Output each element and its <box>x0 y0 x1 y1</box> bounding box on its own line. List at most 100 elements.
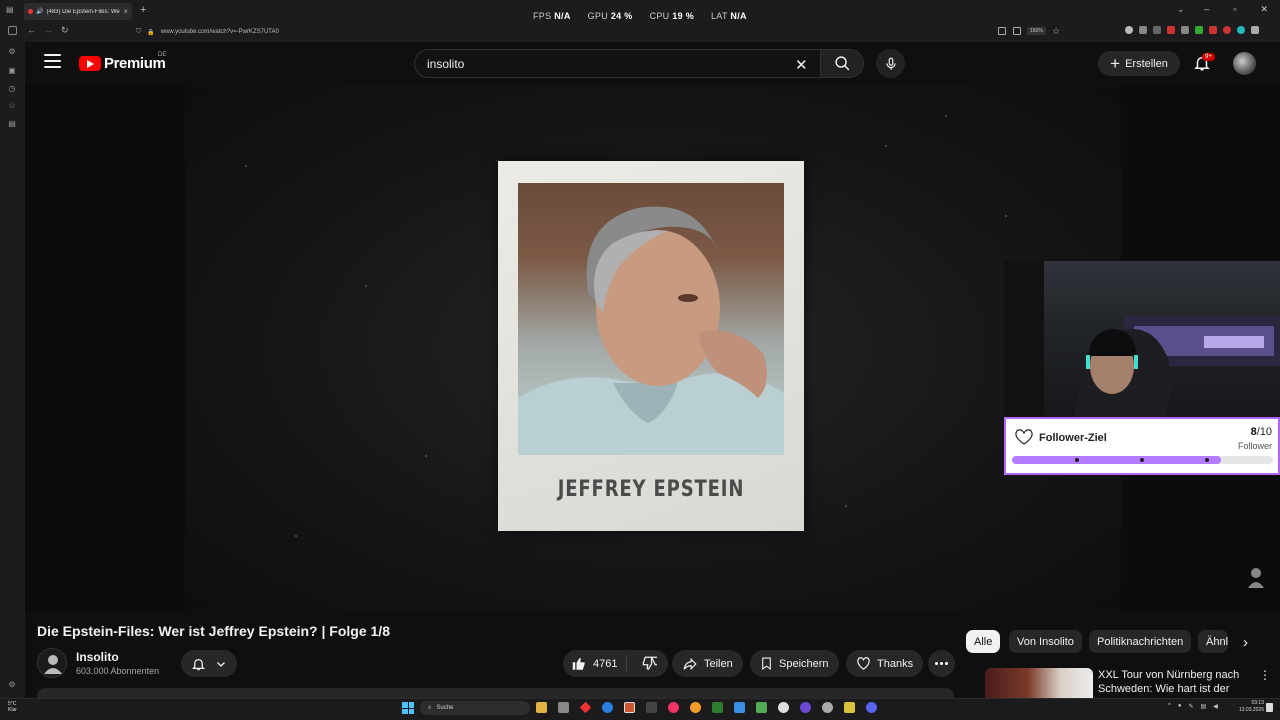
search-app-icon[interactable] <box>690 702 701 713</box>
lat-value: N/A <box>730 11 747 21</box>
extension-green-icon[interactable] <box>1195 26 1203 34</box>
guide-menu-icon[interactable] <box>44 54 61 68</box>
obs-icon[interactable] <box>800 702 811 713</box>
thanks-heart-dollar-icon <box>857 657 870 670</box>
favorites-icon[interactable]: ☆ <box>7 101 17 111</box>
tab-list-chevron-icon[interactable]: ⌄ <box>1177 4 1185 15</box>
thanks-button[interactable]: Thanks <box>846 650 924 677</box>
extension-adblock-icon[interactable] <box>1209 26 1217 34</box>
extension-teal-icon[interactable] <box>1237 26 1245 34</box>
share-button[interactable]: Teilen <box>672 650 743 677</box>
chip-political-news[interactable]: Politiknachrichten <box>1089 630 1192 653</box>
maximize-icon[interactable]: ▫ <box>1233 4 1236 15</box>
extension-puzzle-icon[interactable] <box>1153 26 1161 34</box>
gpu-label: GPU <box>587 11 609 21</box>
app-lightblue-icon[interactable] <box>734 702 745 713</box>
browser-menu-icon[interactable]: ▤ <box>6 5 14 14</box>
weather-widget[interactable]: 5°C Klar <box>8 701 17 713</box>
forward-icon[interactable]: → <box>44 25 53 35</box>
like-count: 4761 <box>593 657 618 670</box>
chip-all[interactable]: Alle <box>966 630 1001 653</box>
dislike-button[interactable] <box>633 656 658 671</box>
description-box[interactable] <box>37 688 954 698</box>
terminal-icon[interactable] <box>646 702 657 713</box>
search-button[interactable] <box>820 49 864 78</box>
menu-icon[interactable] <box>1251 26 1259 34</box>
url-field[interactable]: ⛉ 🔒 www.youtube.com/watch?v=-PwrKZS7UTA0 <box>136 25 1066 39</box>
search-input[interactable]: insolito <box>414 49 820 78</box>
browser-app-icon[interactable] <box>624 702 635 713</box>
portrait-photo <box>518 183 784 455</box>
settings-gear-icon[interactable]: ⚙ <box>7 47 17 57</box>
excel-icon[interactable] <box>712 702 723 713</box>
goal-marker <box>1075 458 1079 462</box>
bell-icon <box>192 658 206 670</box>
chip-from-channel[interactable]: Von Insolito <box>1009 630 1082 653</box>
start-windows-icon[interactable] <box>402 702 414 714</box>
close-window-icon[interactable]: ✕ <box>1260 4 1268 15</box>
extension-icons <box>1125 26 1259 34</box>
app-circle-icon[interactable] <box>822 702 833 713</box>
reader-view-icon[interactable] <box>1013 27 1021 35</box>
chevron-right-icon[interactable]: › <box>1243 634 1248 651</box>
save-button[interactable]: Speichern <box>750 650 839 677</box>
chrome-icon[interactable] <box>778 702 789 713</box>
fps-value: N/A <box>554 11 571 21</box>
network-icon[interactable]: ▤ <box>1200 703 1206 710</box>
extension-gray-icon[interactable] <box>1181 26 1189 34</box>
logo-word: Premium <box>104 55 166 72</box>
install-app-icon[interactable] <box>998 27 1006 35</box>
channel-name[interactable]: Insolito <box>76 650 119 664</box>
search-icon: ⌕ <box>428 704 432 711</box>
voice-search-button[interactable] <box>876 49 905 78</box>
extension-vpn-icon[interactable] <box>1125 26 1133 34</box>
file-explorer-icon[interactable] <box>536 702 547 713</box>
tray-chevron-icon[interactable]: ^ <box>1168 703 1171 710</box>
subscription-bell-button[interactable] <box>181 650 237 677</box>
pen-icon[interactable]: ✎ <box>1188 703 1193 710</box>
recommended-thumbnail[interactable] <box>985 668 1093 698</box>
cpu-value: 19 % <box>672 11 694 21</box>
account-avatar[interactable] <box>1233 52 1256 75</box>
app-red-diamond-icon[interactable] <box>579 701 592 714</box>
extension-record-icon[interactable] <box>1223 26 1231 34</box>
zoom-indicator[interactable]: 150% <box>1027 27 1046 35</box>
gpu-value: 24 % <box>610 11 633 21</box>
tab-close-icon[interactable]: × <box>123 7 128 16</box>
create-button[interactable]: + Erstellen <box>1098 51 1180 76</box>
microphone-tray-icon[interactable]: ● <box>1178 703 1182 710</box>
app-yellow-icon[interactable] <box>844 702 855 713</box>
bookmark-star-icon[interactable]: ☆ <box>1052 26 1060 37</box>
browser-tab[interactable]: 🔊 (483) Die Epstein-Files: Wer × <box>24 3 132 20</box>
app-blue-icon[interactable] <box>602 702 613 713</box>
notes-icon[interactable]: ▤ <box>7 119 17 129</box>
like-button[interactable]: 4761 <box>563 655 628 672</box>
app-gray-icon[interactable] <box>558 702 569 713</box>
chip-similar[interactable]: Ähnl <box>1198 630 1228 653</box>
taskbar-search[interactable]: ⌕ Suche <box>420 701 530 715</box>
app-green-icon[interactable] <box>756 702 767 713</box>
goal-progress-fill <box>1012 456 1221 464</box>
minimize-icon[interactable]: – <box>1204 4 1209 15</box>
clear-search-icon[interactable]: ✕ <box>795 56 808 74</box>
notification-center-icon[interactable] <box>1266 703 1273 712</box>
history-icon[interactable]: ◷ <box>7 84 17 94</box>
youtube-premium-logo[interactable]: Premium <box>79 55 166 72</box>
recommended-menu-icon[interactable]: ⋮ <box>1259 668 1271 682</box>
goal-target: /10 <box>1256 426 1272 438</box>
more-actions-button[interactable] <box>928 650 955 677</box>
extension-red-icon[interactable] <box>1167 26 1175 34</box>
discord-icon[interactable] <box>866 702 877 713</box>
reload-icon[interactable]: ↻ <box>61 25 69 36</box>
channel-avatar[interactable] <box>37 648 67 678</box>
panel-settings-icon[interactable]: ⚙ <box>7 680 17 690</box>
taskbar-clock[interactable]: 03:13 13.03.2026 <box>1224 700 1264 714</box>
back-icon[interactable]: ← <box>27 25 36 35</box>
channel-watermark-icon[interactable] <box>1245 566 1267 590</box>
speaker-icon[interactable]: ◀ <box>1213 703 1218 710</box>
extension-screenshot-icon[interactable] <box>1139 26 1147 34</box>
tabs-icon[interactable]: ▣ <box>7 66 17 76</box>
app-pink-icon[interactable] <box>668 702 679 713</box>
new-tab-button[interactable]: + <box>140 4 146 16</box>
sidebar-toggle-icon[interactable] <box>8 26 17 35</box>
